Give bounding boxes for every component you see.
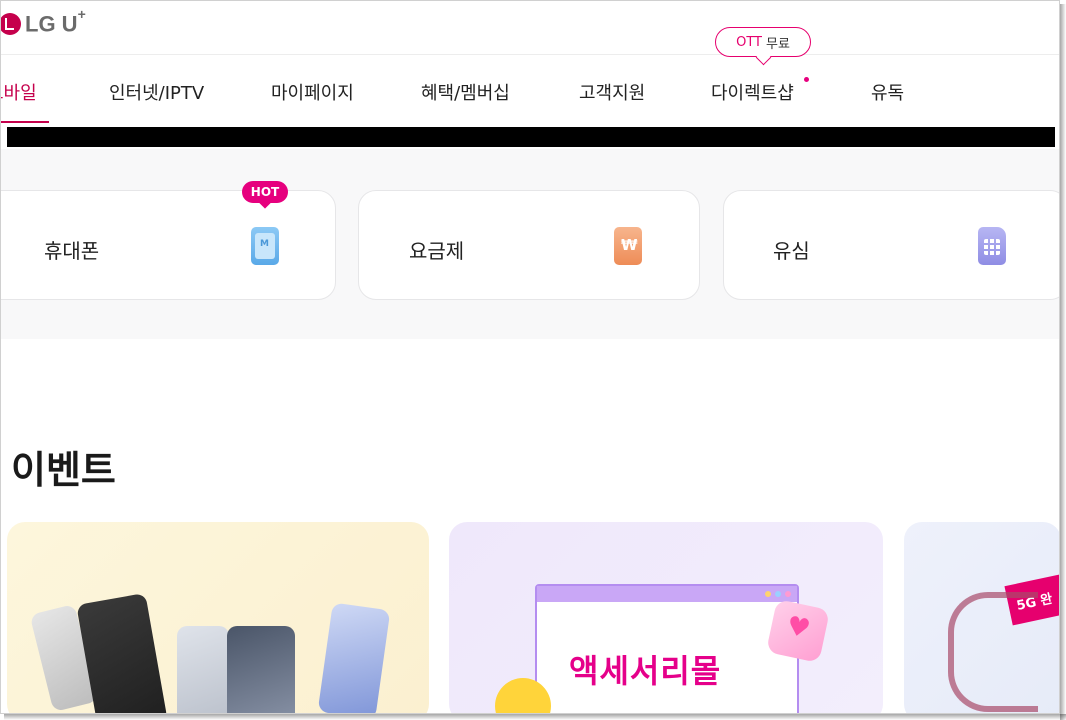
hot-badge: HOT [242,181,288,203]
nav-item-direct-shop[interactable]: 다이렉트샵 [711,79,794,105]
nav-item-mobile[interactable]: 모바일 [1,79,37,105]
nav-item-udok[interactable]: 유독 [871,79,904,105]
nav-item-customer-support[interactable]: 고객지원 [579,79,645,105]
window-dot-blue [775,591,781,597]
new-dot-indicator [804,77,809,82]
nav-item-mypage[interactable]: 마이페이지 [271,79,354,105]
events-section-title: 이벤트 [11,448,116,492]
ott-badge-free: 무료 [765,36,790,52]
phone-galaxy-image [227,626,295,713]
main-nav: 모바일 인터넷/IPTV 마이페이지 혜택/멤버십 고객지원 다이렉트샵 유독 [1,55,1059,125]
window-dot-pink [785,591,791,597]
lg-logo-icon [1,13,21,35]
event-banner-accessory-mall[interactable]: 액세서리몰 [449,522,883,713]
nav-item-benefits-membership[interactable]: 혜택/멤버십 [421,79,510,105]
quick-card-plan-label: 요금제 [409,239,465,263]
window-shadow-bottom [4,714,1066,720]
quick-card-phone[interactable]: 휴대폰 [1,190,336,300]
lg-uplus-logo[interactable]: LG U+ [1,6,86,39]
window-titlebar [537,586,797,602]
quick-card-usim[interactable]: 유심 [723,190,1059,300]
logo-text: LG U+ [25,6,86,37]
quick-card-phone-label: 휴대폰 [44,239,100,263]
heart-icon [765,598,831,664]
ott-free-badge[interactable]: OTT 무료 [715,27,811,57]
5g-ribbon-graphic [948,592,1038,712]
quick-card-plan[interactable]: 요금제 [358,190,700,300]
won-plan-icon [614,227,642,265]
event-banner-smartphones[interactable] [7,522,429,713]
phone-fold-image [317,602,391,713]
redacted-bar [7,127,1055,147]
window-shadow-right [1060,4,1066,720]
nav-item-internet-iptv[interactable]: 인터넷/IPTV [109,79,204,105]
sim-card-icon [978,227,1006,265]
phone-gray-image [177,626,229,713]
quick-card-usim-label: 유심 [773,239,810,263]
browser-viewport: LG U+ OTT 무료 모바일 인터넷/IPTV 마이페이지 혜택/멤버십 고… [0,0,1060,714]
accessory-mall-headline: 액세서리몰 [569,652,722,690]
ott-badge-ott: OTT [736,34,762,50]
phone-icon [251,227,279,265]
window-dot-yellow [765,591,771,597]
event-banner-5g[interactable]: 5G 완 [904,522,1059,713]
active-nav-underline [1,121,49,123]
